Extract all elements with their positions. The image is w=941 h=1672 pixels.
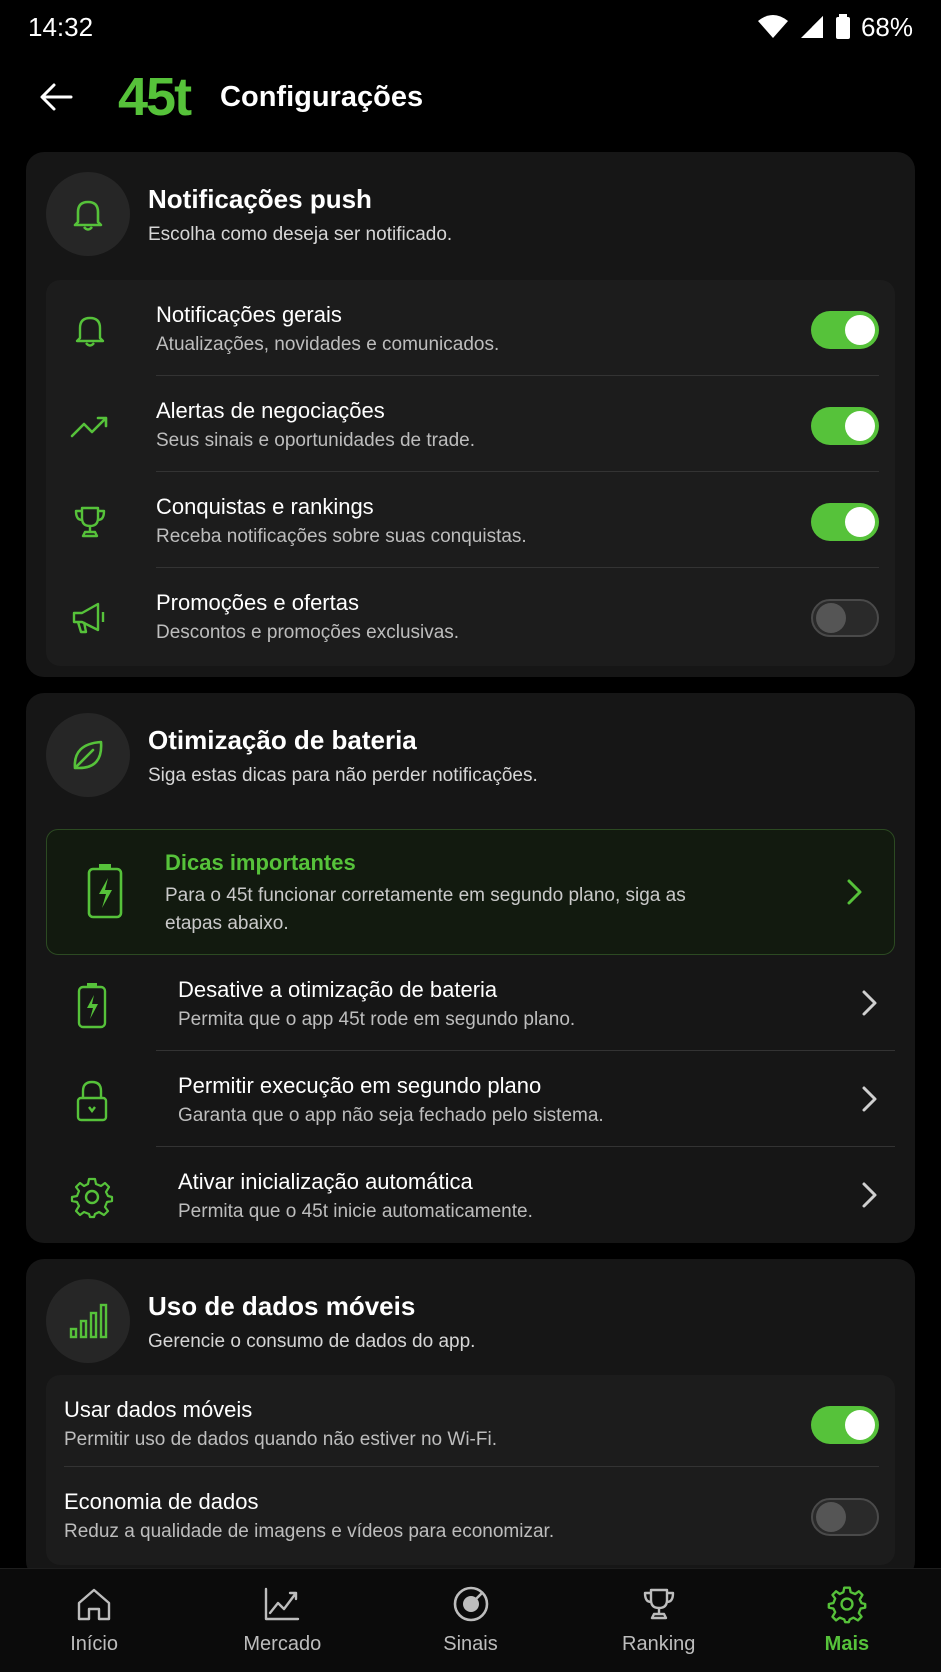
app-header: 45t Configurações [0,60,941,134]
wifi-icon [757,14,789,40]
setting-title: Conquistas e rankings [156,494,374,519]
setting-row-data-saver[interactable]: Economia de dados Reduz a qualidade de i… [46,1467,895,1559]
bell-icon [46,172,130,256]
leaf-icon [46,713,130,797]
card-subtitle: Escolha como deseja ser notificado. [148,224,453,245]
step-row-background-execution[interactable]: Permitir execução em segundo plano Garan… [46,1051,895,1147]
toggle-mobile-data[interactable] [811,1406,879,1444]
chevron-right-icon [851,1081,887,1117]
push-settings-list: Notificações gerais Atualizações, novida… [46,280,895,666]
status-bar: 14:32 68% [0,0,941,54]
trophy-icon [638,1583,680,1625]
setting-row-general[interactable]: Notificações gerais Atualizações, novida… [46,280,895,376]
important-tips-banner[interactable]: Dicas importantes Para o 45t funcionar c… [46,829,895,955]
push-notifications-card: Notificações push Escolha como deseja se… [26,152,915,677]
setting-title: Notificações gerais [156,302,342,327]
setting-subtitle: Permitir uso de dados quando não estiver… [64,1429,497,1450]
toggle-achievements[interactable] [811,503,879,541]
gear-icon [68,1173,116,1221]
home-icon [73,1583,115,1625]
battery-steps-list: Desative a otimização de bateria Permita… [46,955,895,1243]
nav-item-sinais[interactable]: Sinais [376,1569,564,1672]
step-subtitle: Permita que o 45t inicie automaticamente… [178,1201,533,1222]
tip-text: Para o 45t funcionar corretamente em seg… [165,885,686,934]
status-icons: 68% [757,12,913,43]
target-icon [450,1583,492,1625]
step-row-disable-battery-optimization[interactable]: Desative a otimização de bateria Permita… [46,955,895,1051]
setting-row-mobile-data[interactable]: Usar dados móveis Permitir uso de dados … [46,1375,895,1467]
nav-item-mercado[interactable]: Mercado [188,1569,376,1672]
chevron-right-icon [851,985,887,1021]
page-title: Configurações [220,80,424,113]
card-title: Uso de dados móveis [148,1291,416,1321]
toggle-data-saver[interactable] [811,1498,879,1536]
lock-icon [68,1077,116,1125]
bottom-navigation: Início Mercado Sinais Ranking Mais [0,1568,941,1672]
setting-subtitle: Atualizações, novidades e comunicados. [156,334,500,355]
card-title: Otimização de bateria [148,725,417,755]
setting-subtitle: Descontos e promoções exclusivas. [156,622,460,643]
step-title: Permitir execução em segundo plano [178,1073,542,1098]
card-subtitle: Gerencie o consumo de dados do app. [148,1331,476,1352]
setting-row-achievements[interactable]: Conquistas e rankings Receba notificaçõe… [46,472,895,568]
signal-icon [799,14,825,40]
signal-bars-icon [46,1279,130,1363]
setting-title: Alertas de negociações [156,398,385,423]
chart-icon [261,1583,303,1625]
setting-row-promotions[interactable]: Promoções e ofertas Descontos e promoçõe… [46,568,895,664]
nav-item-mais[interactable]: Mais [753,1569,941,1672]
status-time: 14:32 [28,11,94,42]
nav-label: Sinais [443,1633,498,1655]
setting-title: Usar dados móveis [64,1397,253,1422]
data-settings-list: Usar dados móveis Permitir uso de dados … [46,1375,895,1565]
battery-percent: 68% [860,11,913,42]
battery-charging-icon [68,981,116,1029]
bell-icon [66,306,114,354]
chevron-right-icon [851,1177,887,1213]
battery-charging-icon [81,860,129,922]
app-logo: 45t [118,67,192,127]
nav-label: Mercado [243,1633,322,1655]
step-subtitle: Permita que o app 45t rode em segundo pl… [178,1009,576,1030]
card-subtitle: Siga estas dicas para não perder notific… [148,765,538,786]
setting-subtitle: Receba notificações sobre suas conquista… [156,526,527,547]
tip-title: Dicas importantes [165,850,356,875]
trending-up-icon [66,402,114,450]
card-title: Notificações push [148,184,372,214]
toggle-trade-alerts[interactable] [811,407,879,445]
toggle-general-notifications[interactable] [811,311,879,349]
step-row-auto-start[interactable]: Ativar inicialização automática Permita … [46,1147,895,1243]
toggle-promotions[interactable] [811,599,879,637]
chevron-right-icon [836,874,872,910]
nav-label: Mais [824,1633,870,1655]
setting-row-trade-alerts[interactable]: Alertas de negociações Seus sinais e opo… [46,376,895,472]
nav-label: Início [70,1633,118,1655]
setting-title: Promoções e ofertas [156,590,359,615]
mobile-data-card: Uso de dados móveis Gerencie o consumo d… [26,1259,915,1579]
arrow-left-icon [40,83,73,111]
step-title: Desative a otimização de bateria [178,977,498,1002]
nav-item-inicio[interactable]: Início [0,1569,188,1672]
megaphone-icon [66,594,114,642]
battery-icon [835,14,851,40]
gear-icon [826,1583,868,1625]
trophy-icon [66,498,114,546]
step-title: Ativar inicialização automática [178,1169,473,1194]
back-button[interactable] [26,67,86,127]
battery-optimization-card: Otimização de bateria Siga estas dicas p… [26,693,915,1243]
nav-item-ranking[interactable]: Ranking [565,1569,753,1672]
step-subtitle: Garanta que o app não seja fechado pelo … [178,1105,604,1126]
setting-subtitle: Reduz a qualidade de imagens e vídeos pa… [64,1521,555,1542]
nav-label: Ranking [622,1633,696,1655]
setting-title: Economia de dados [64,1489,259,1514]
setting-subtitle: Seus sinais e oportunidades de trade. [156,430,475,451]
